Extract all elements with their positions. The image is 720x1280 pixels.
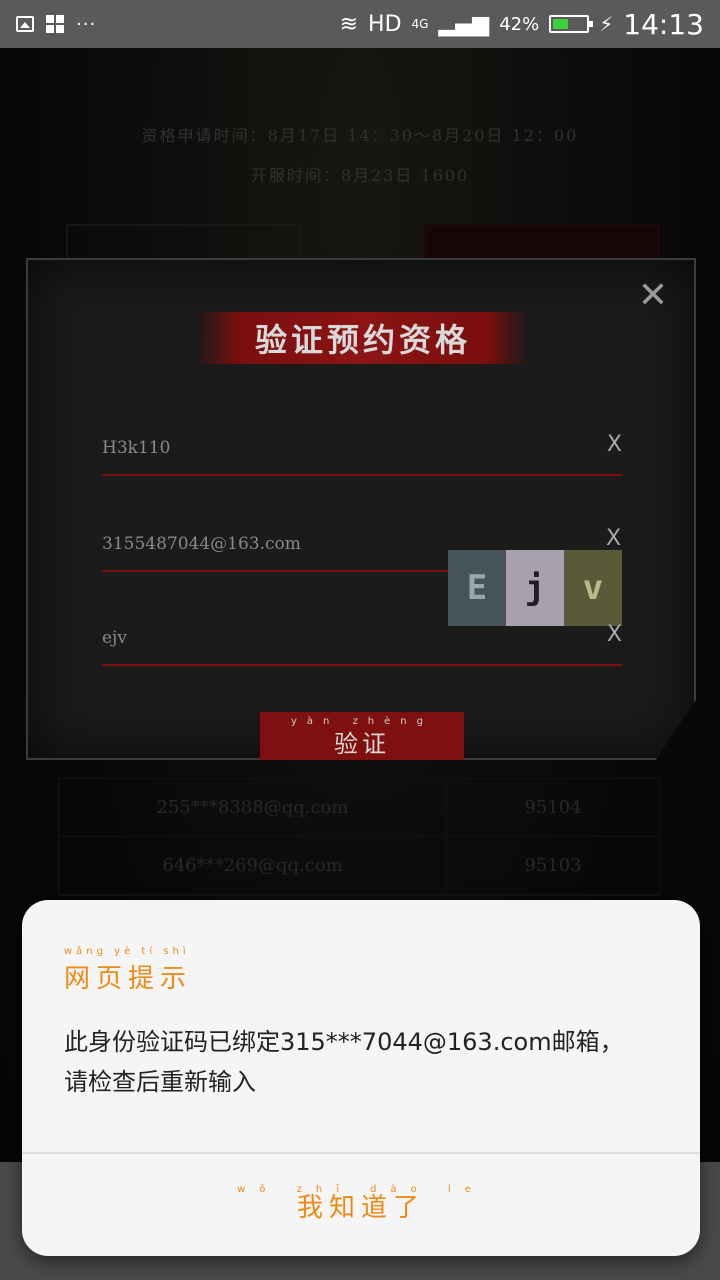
signal-icon: ▂▄▆ (438, 11, 490, 37)
email-value: 3155487044@163.com (102, 534, 301, 554)
clear-email-button[interactable]: X (606, 526, 621, 551)
account-field[interactable]: H3k110 X (102, 426, 622, 476)
battery-icon (549, 15, 594, 33)
dialog-title-pinyin: wǎng yè tí shì (64, 946, 190, 957)
dialog-message: 此身份验证码已绑定315***7044@163.com邮箱，请检查后重新输入 (64, 1028, 624, 1096)
battery-percent: 42% (499, 13, 540, 35)
captcha-char: j (506, 550, 564, 626)
web-alert-dialog: wǎng yè tí shì 网页提示 此身份验证码已绑定315***7044@… (22, 900, 700, 1256)
charging-icon: ⚡ (599, 12, 614, 36)
modal-title-banner: 验证预约资格 (198, 312, 528, 364)
verify-label: 验证 (334, 729, 390, 758)
wifi-icon: ≋ (339, 11, 359, 37)
close-icon[interactable]: ✕ (638, 278, 668, 314)
ok-pinyin: wǒ zhī dào le (237, 1184, 485, 1195)
captcha-image[interactable]: E j v (448, 550, 622, 626)
ok-button[interactable]: wǒ zhī dào le 我知道了 (22, 1154, 700, 1256)
clear-account-button[interactable]: X (607, 432, 622, 457)
account-value: H3k110 (102, 438, 171, 458)
verify-modal: ✕ 验证预约资格 H3k110 X 3155487044@163.com X E… (26, 258, 696, 760)
signal-type-label: 4G (411, 17, 429, 31)
status-bar: ··· ≋ HD 4G ▂▄▆ 42% ⚡ 14:13 (0, 0, 720, 48)
captcha-char: v (564, 550, 622, 626)
verify-pinyin: yàn zhèng (291, 716, 433, 727)
clear-captcha-button[interactable]: X (607, 622, 622, 647)
captcha-char: E (448, 550, 506, 626)
gallery-notification-icon (16, 16, 34, 32)
dialog-title: 网页提示 (64, 964, 193, 994)
captcha-value: ejv (102, 628, 127, 648)
battery-fill (553, 19, 569, 29)
modal-title: 验证预约资格 (254, 321, 471, 359)
clock: 14:13 (623, 7, 704, 41)
app-notification-icon (46, 15, 64, 33)
network-label: HD (368, 11, 402, 37)
email-field[interactable]: 3155487044@163.com (102, 522, 448, 572)
more-notifications-icon: ··· (76, 13, 97, 35)
verify-button[interactable]: yàn zhèng 验证 (260, 712, 464, 760)
captcha-field[interactable]: ejv X (102, 616, 622, 666)
